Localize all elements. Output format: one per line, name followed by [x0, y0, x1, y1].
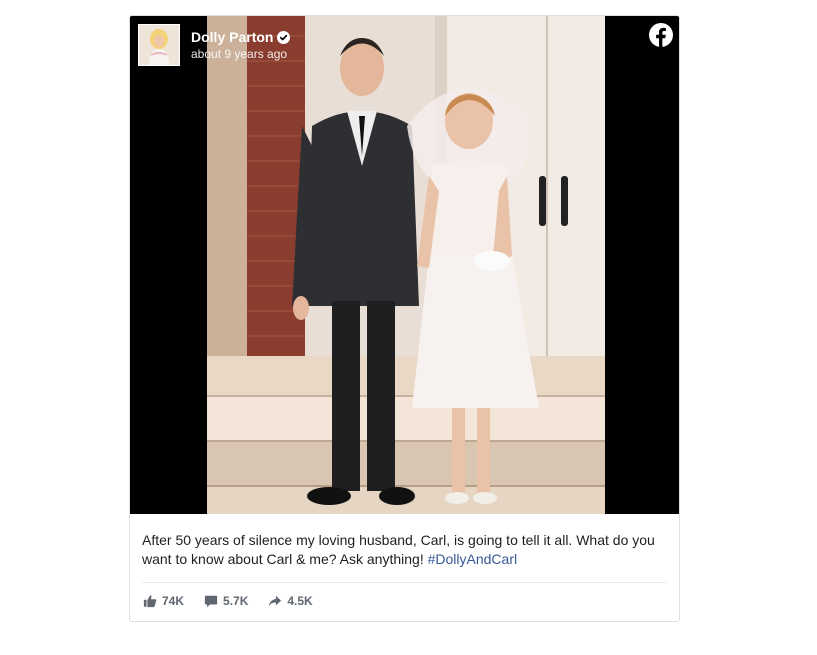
shares-count: 4.5K — [287, 594, 313, 608]
comments-stat[interactable]: 5.7K — [204, 594, 248, 608]
hashtag-link[interactable]: #DollyAndCarl — [428, 551, 517, 567]
engagement-stats: 74K 5.7K 4.5K — [143, 594, 333, 608]
comments-count: 5.7K — [223, 594, 249, 608]
post-photo[interactable] — [207, 16, 605, 514]
thumbs-up-icon — [143, 595, 157, 608]
avatar-photo — [139, 25, 179, 65]
post-timestamp[interactable]: about 9 years ago — [191, 46, 290, 62]
author-avatar[interactable] — [138, 24, 180, 66]
caption-text: After 50 years of silence my loving husb… — [142, 532, 655, 567]
divider — [142, 582, 667, 583]
author-name[interactable]: Dolly Parton — [191, 29, 273, 46]
likes-stat[interactable]: 74K — [143, 594, 184, 608]
post-media[interactable]: Dolly Parton about 9 years ago — [130, 16, 679, 514]
likes-count: 74K — [162, 594, 185, 608]
facebook-icon[interactable] — [649, 23, 673, 47]
shares-stat[interactable]: 4.5K — [268, 594, 313, 608]
post-caption: After 50 years of silence my loving husb… — [142, 531, 667, 569]
share-arrow-icon — [269, 595, 282, 607]
facebook-post-card: Dolly Parton about 9 years ago After 50 … — [129, 15, 680, 622]
verified-badge-icon — [277, 30, 291, 44]
comment-icon — [204, 595, 218, 608]
post-author[interactable]: Dolly Parton about 9 years ago — [138, 24, 291, 66]
